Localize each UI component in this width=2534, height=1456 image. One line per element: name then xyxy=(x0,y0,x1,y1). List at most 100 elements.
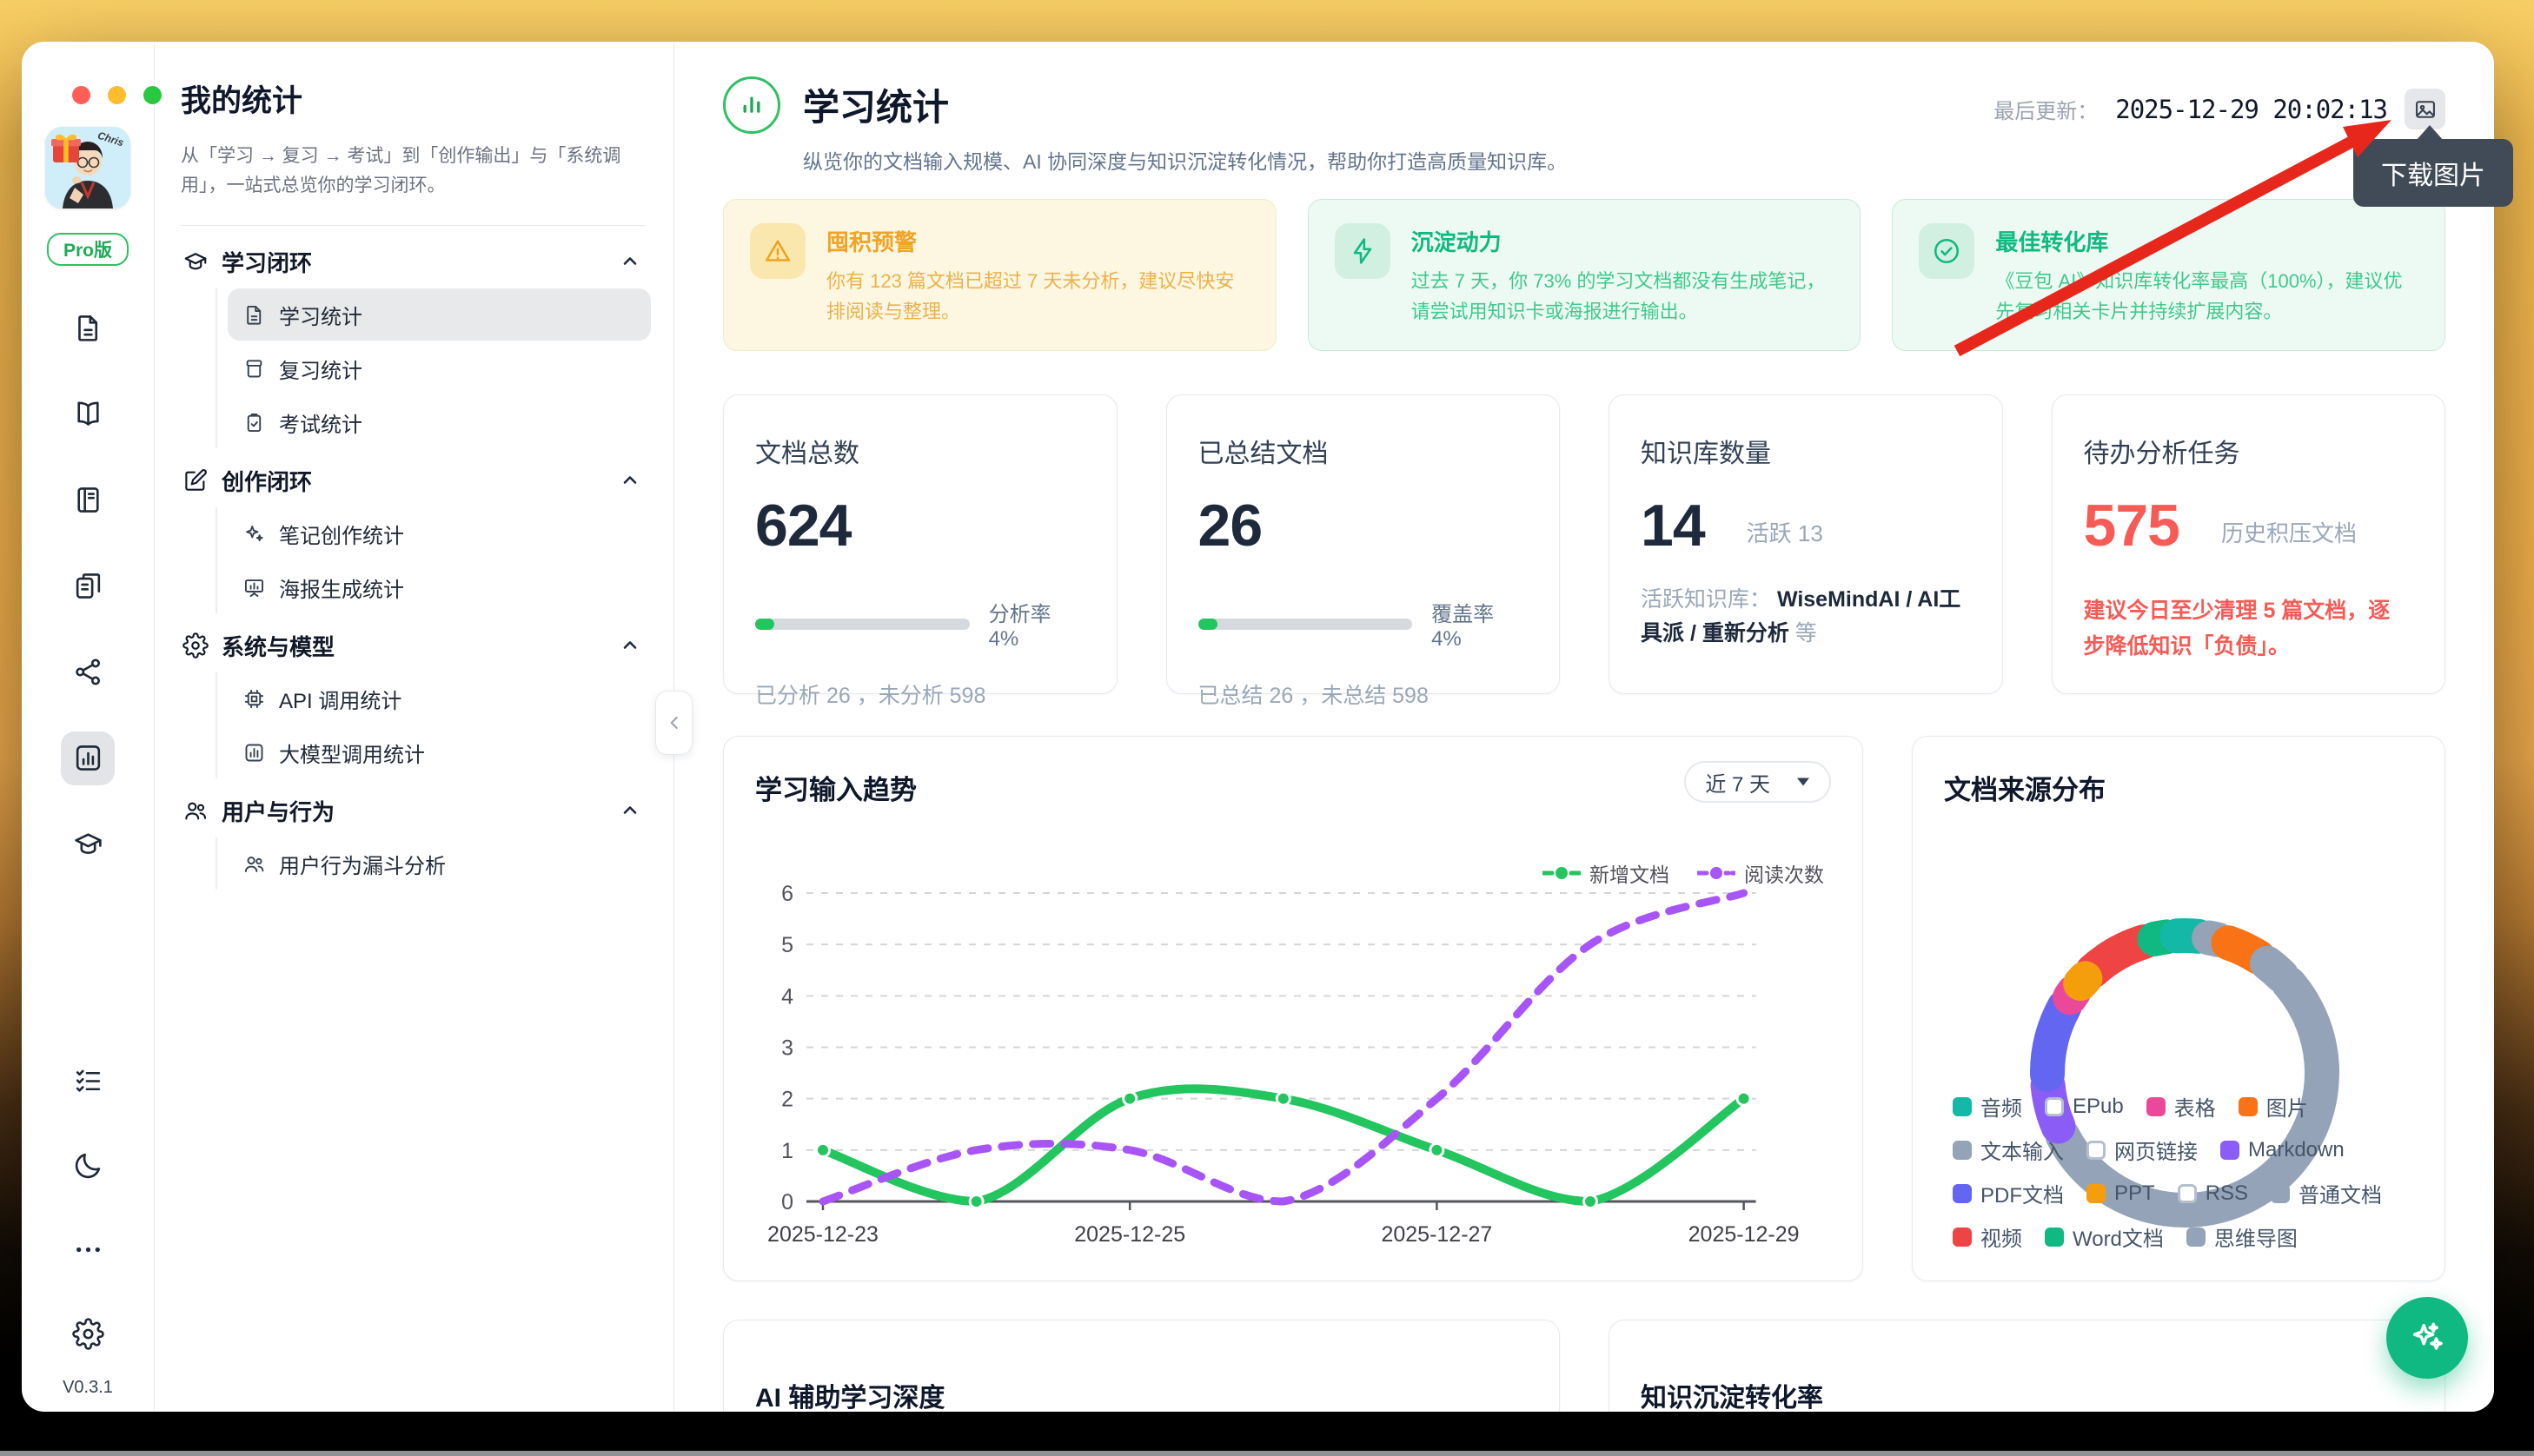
stat-side-label: 活跃 13 xyxy=(1747,516,1823,555)
source-legend-item-RSS[interactable]: RSS xyxy=(2178,1178,2248,1208)
archive-icon xyxy=(242,357,266,381)
stat-value: 14 xyxy=(1641,496,1705,555)
source-legend-item-思维导图[interactable]: 思维导图 xyxy=(2186,1221,2298,1252)
source-legend-item-网页链接[interactable]: 网页链接 xyxy=(2086,1135,2198,1165)
users-icon xyxy=(182,797,209,824)
stat-warning-note: 建议今日至少清理 5 篇文档，逐步降低知识「负债」。 xyxy=(2084,593,2394,664)
stat-value: 624 xyxy=(755,496,851,555)
file-text-icon[interactable] xyxy=(68,308,108,348)
source-legend-item-音频[interactable]: 音频 xyxy=(1953,1091,2022,1122)
stat-value-row: 624 xyxy=(755,496,1085,555)
page-subtitle: 纵览你的文档输入规模、AI 协同深度与知识沉淀转化情况，帮助你打造高质量知识库。 xyxy=(803,145,1567,175)
journal-icon[interactable] xyxy=(68,480,108,520)
alert-card-沉淀动力: 沉淀动力过去 7 天，你 73% 的学习文档都没有生成笔记，请尝试用知识卡或海报… xyxy=(1308,199,1861,351)
moon-icon[interactable] xyxy=(68,1146,108,1186)
nav-title: 我的统计 xyxy=(181,76,651,121)
traffic-light-close[interactable] xyxy=(72,86,90,104)
nav-item-用户行为漏斗分析[interactable]: 用户行为漏斗分析 xyxy=(228,837,651,890)
page-header: 学习统计 纵览你的文档输入规模、AI 协同深度与知识沉淀转化情况，帮助你打造高质… xyxy=(723,76,2445,175)
nav-item-笔记创作统计[interactable]: 笔记创作统计 xyxy=(228,507,651,559)
legend-swatch xyxy=(2239,1097,2258,1116)
nav-section-3[interactable]: 系统与模型 xyxy=(172,620,651,671)
nav-section-label: 创作闭环 xyxy=(222,465,312,497)
source-legend-item-Markdown[interactable]: Markdown xyxy=(2220,1135,2345,1165)
nav-section-1[interactable]: 学习闭环 xyxy=(172,236,651,287)
chevron-up-icon xyxy=(620,470,640,491)
share-icon[interactable] xyxy=(68,652,108,692)
rail-icon-slot xyxy=(68,1123,108,1208)
icon-rail: Chris Pro版 V0.3.1 xyxy=(22,42,155,1412)
source-legend-item-表格[interactable]: 表格 xyxy=(2146,1091,2216,1122)
bar-chart-icon[interactable] xyxy=(61,731,115,785)
ellipsis-icon[interactable] xyxy=(68,1230,108,1270)
rail-icon-slot xyxy=(68,1039,108,1123)
legend-swatch xyxy=(1953,1141,1972,1160)
source-legend-item-文本输入[interactable]: 文本输入 xyxy=(1953,1135,2064,1165)
sidebar-collapse-handle[interactable] xyxy=(655,691,693,755)
stat-label: 已总结文档 xyxy=(1198,432,1529,470)
alert-title: 最佳转化库 xyxy=(1995,225,2418,257)
bottom-card-知识沉淀转化率: 知识沉淀转化率 xyxy=(1609,1320,2445,1412)
stats-row: 文档总数624分析率 4%已分析 26 ，未分析 598已总结文档26覆盖率 4… xyxy=(723,394,2445,694)
alert-title: 沉淀动力 xyxy=(1411,225,1834,257)
checklist-icon[interactable] xyxy=(68,1062,108,1102)
nav-item-API 调用统计[interactable]: API 调用统计 xyxy=(228,672,651,725)
nav-item-学习统计[interactable]: 学习统计 xyxy=(228,288,651,341)
rail-bottom-icons xyxy=(68,1039,108,1376)
source-legend-item-Word文档[interactable]: Word文档 xyxy=(2045,1221,2164,1252)
bottom-card-AI 辅助学习深度: AI 辅助学习深度 xyxy=(723,1320,1560,1412)
source-legend-item-PPT[interactable]: PPT xyxy=(2086,1178,2155,1208)
progress-label: 覆盖率 4% xyxy=(1431,597,1528,652)
trend-chart-card: 学习输入趋势 近 7 天 新增文档阅读次数 01234562025-12-232… xyxy=(723,736,1863,1281)
gear-icon xyxy=(182,632,209,659)
ai-assistant-fab[interactable] xyxy=(2386,1297,2468,1379)
header-meta: 最后更新： 2025-12-29 20:02:13 xyxy=(1993,89,2445,129)
nav-item-考试统计[interactable]: 考试统计 xyxy=(228,396,651,448)
source-legend-item-普通文档[interactable]: 普通文档 xyxy=(2271,1178,2382,1208)
bottom-cards-row: AI 辅助学习深度知识沉淀转化率 xyxy=(723,1320,2445,1412)
download-image-button[interactable] xyxy=(2405,89,2445,129)
source-chart-card: 文档来源分布 音频EPub表格图片文本输入网页链接MarkdownPDF文档PP… xyxy=(1912,736,2445,1281)
last-updated-time: 2025-12-29 20:02:13 xyxy=(2115,95,2387,124)
check-circle-icon xyxy=(1919,223,1974,279)
graduation-cap-icon[interactable] xyxy=(68,824,108,864)
nav-item-label: API 调用统计 xyxy=(279,684,401,714)
nav-item-label: 笔记创作统计 xyxy=(279,519,404,549)
legend-swatch xyxy=(2271,1184,2290,1203)
legend-label: EPub xyxy=(2073,1095,2124,1119)
legend-swatch xyxy=(1953,1184,1972,1203)
nav-item-大模型调用统计[interactable]: 大模型调用统计 xyxy=(228,726,651,778)
sparkles-icon xyxy=(2407,1318,2447,1358)
stat-card-已总结文档: 已总结文档26覆盖率 4%已总结 26 ，未总结 598 xyxy=(1166,394,1561,694)
legend-label: 普通文档 xyxy=(2299,1178,2382,1208)
alert-body: 过去 7 天，你 73% 的学习文档都没有生成笔记，请尝试用知识卡或海报进行输出… xyxy=(1411,266,1834,327)
legend-swatch xyxy=(2178,1184,2197,1203)
page-header-text: 学习统计 纵览你的文档输入规模、AI 协同深度与知识沉淀转化情况，帮助你打造高质… xyxy=(803,76,1567,175)
nav-section-4[interactable]: 用户与行为 xyxy=(172,785,651,836)
source-legend-item-视频[interactable]: 视频 xyxy=(1953,1221,2022,1252)
source-legend-item-EPub[interactable]: EPub xyxy=(2045,1091,2124,1122)
gear-icon[interactable] xyxy=(68,1314,108,1354)
nav-item-label: 学习统计 xyxy=(279,300,362,330)
alert-text: 沉淀动力过去 7 天，你 73% 的学习文档都没有生成笔记，请尝试用知识卡或海报… xyxy=(1411,223,1834,327)
traffic-light-minimize[interactable] xyxy=(108,86,126,104)
nav-item-label: 海报生成统计 xyxy=(279,572,404,603)
book-open-icon[interactable] xyxy=(68,394,108,434)
download-tooltip: 下载图片 xyxy=(2353,139,2513,207)
app-window: Chris Pro版 V0.3.1 我的统计 从「学习 → 复习 → 考试」到「… xyxy=(22,42,2494,1412)
nav-item-复习统计[interactable]: 复习统计 xyxy=(228,342,651,394)
rail-icon-slot xyxy=(61,715,115,801)
clipboard-check-icon xyxy=(242,411,266,434)
nav-item-label: 复习统计 xyxy=(279,354,362,384)
nav-section-items: 笔记创作统计海报生成统计 xyxy=(216,507,651,613)
avatar[interactable]: Chris xyxy=(45,127,130,208)
legend-swatch xyxy=(2186,1228,2206,1247)
nav-item-label: 考试统计 xyxy=(279,407,362,438)
nav-item-海报生成统计[interactable]: 海报生成统计 xyxy=(228,561,651,613)
rail-top-icons xyxy=(61,285,115,887)
source-legend-item-PDF文档[interactable]: PDF文档 xyxy=(1953,1178,2064,1208)
nav-section-2[interactable]: 创作闭环 xyxy=(172,455,651,506)
legend-label: 音频 xyxy=(1980,1091,2022,1122)
cards-icon[interactable] xyxy=(68,566,108,606)
source-legend-item-图片[interactable]: 图片 xyxy=(2239,1091,2308,1122)
